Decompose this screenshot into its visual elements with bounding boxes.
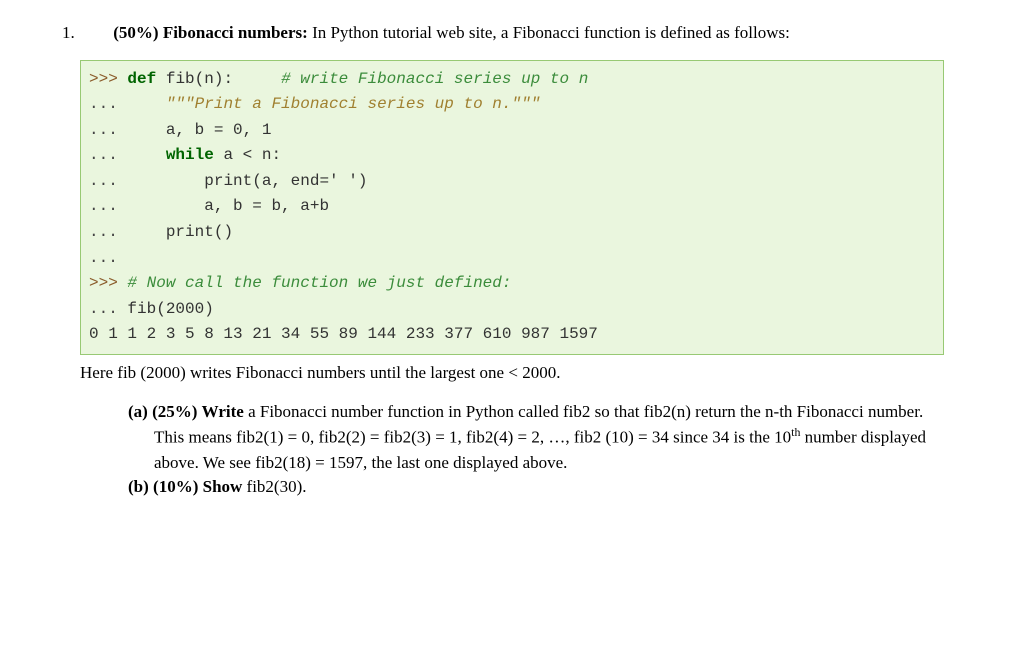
part-b: (b) (10%) Show fib2(30). — [154, 475, 944, 500]
part-a: (a) (25%) Write a Fibonacci number funct… — [154, 400, 944, 476]
continuation-dots: ... — [89, 121, 118, 139]
subparts: (a) (25%) Write a Fibonacci number funct… — [128, 400, 944, 500]
code-comment: # write Fibonacci series up to n — [281, 70, 588, 88]
continuation-dots: ... — [89, 249, 118, 267]
part-b-text: fib2(30). — [247, 477, 307, 496]
prompt-text: >>> — [89, 274, 118, 292]
continuation-dots: ... — [89, 197, 118, 215]
question-number: 1. — [87, 20, 109, 46]
keyword-while: while — [166, 146, 214, 164]
part-b-verb: Show — [203, 477, 243, 496]
part-b-label: (b) — [128, 477, 149, 496]
code-block: >>> def fib(n): # write Fibonacci series… — [80, 60, 944, 356]
code-text: a, b = b, a+b — [204, 197, 329, 215]
continuation-dots: ... — [89, 172, 118, 190]
code-text: a, b = 0, 1 — [166, 121, 272, 139]
question-title: Fibonacci numbers: — [163, 23, 308, 42]
question-intro: In Python tutorial web site, a Fibonacci… — [312, 23, 790, 42]
part-a-label: (a) — [128, 402, 148, 421]
part-a-weight: (25%) — [152, 402, 197, 421]
page: 1. (50%) Fibonacci numbers: In Python tu… — [0, 0, 1024, 666]
code-text: a < n: — [214, 146, 281, 164]
code-text: fib(n): — [156, 70, 233, 88]
continuation-dots: ... — [89, 146, 118, 164]
code-comment: # Now call the function we just defined: — [127, 274, 511, 292]
continuation-dots: ... — [89, 95, 118, 113]
continuation-dots: ... — [89, 223, 118, 241]
code-docstring: """Print a Fibonacci series up to n.""" — [166, 95, 540, 113]
keyword-def: def — [127, 70, 156, 88]
continuation-dots: ... — [89, 300, 118, 318]
part-a-verb: Write — [202, 402, 244, 421]
prompt-text: >>> — [89, 70, 118, 88]
code-text: print(a, end=' ') — [204, 172, 367, 190]
code-text: fib(2000) — [118, 300, 214, 318]
part-b-weight: (10%) — [153, 477, 198, 496]
code-text: print() — [166, 223, 233, 241]
question-weight: (50%) — [113, 23, 158, 42]
code-output: 0 1 1 2 3 5 8 13 21 34 55 89 144 233 377… — [89, 325, 598, 343]
post-code-text: Here fib (2000) writes Fibonacci numbers… — [80, 361, 944, 386]
question-1: 1. (50%) Fibonacci numbers: In Python tu… — [112, 20, 944, 46]
